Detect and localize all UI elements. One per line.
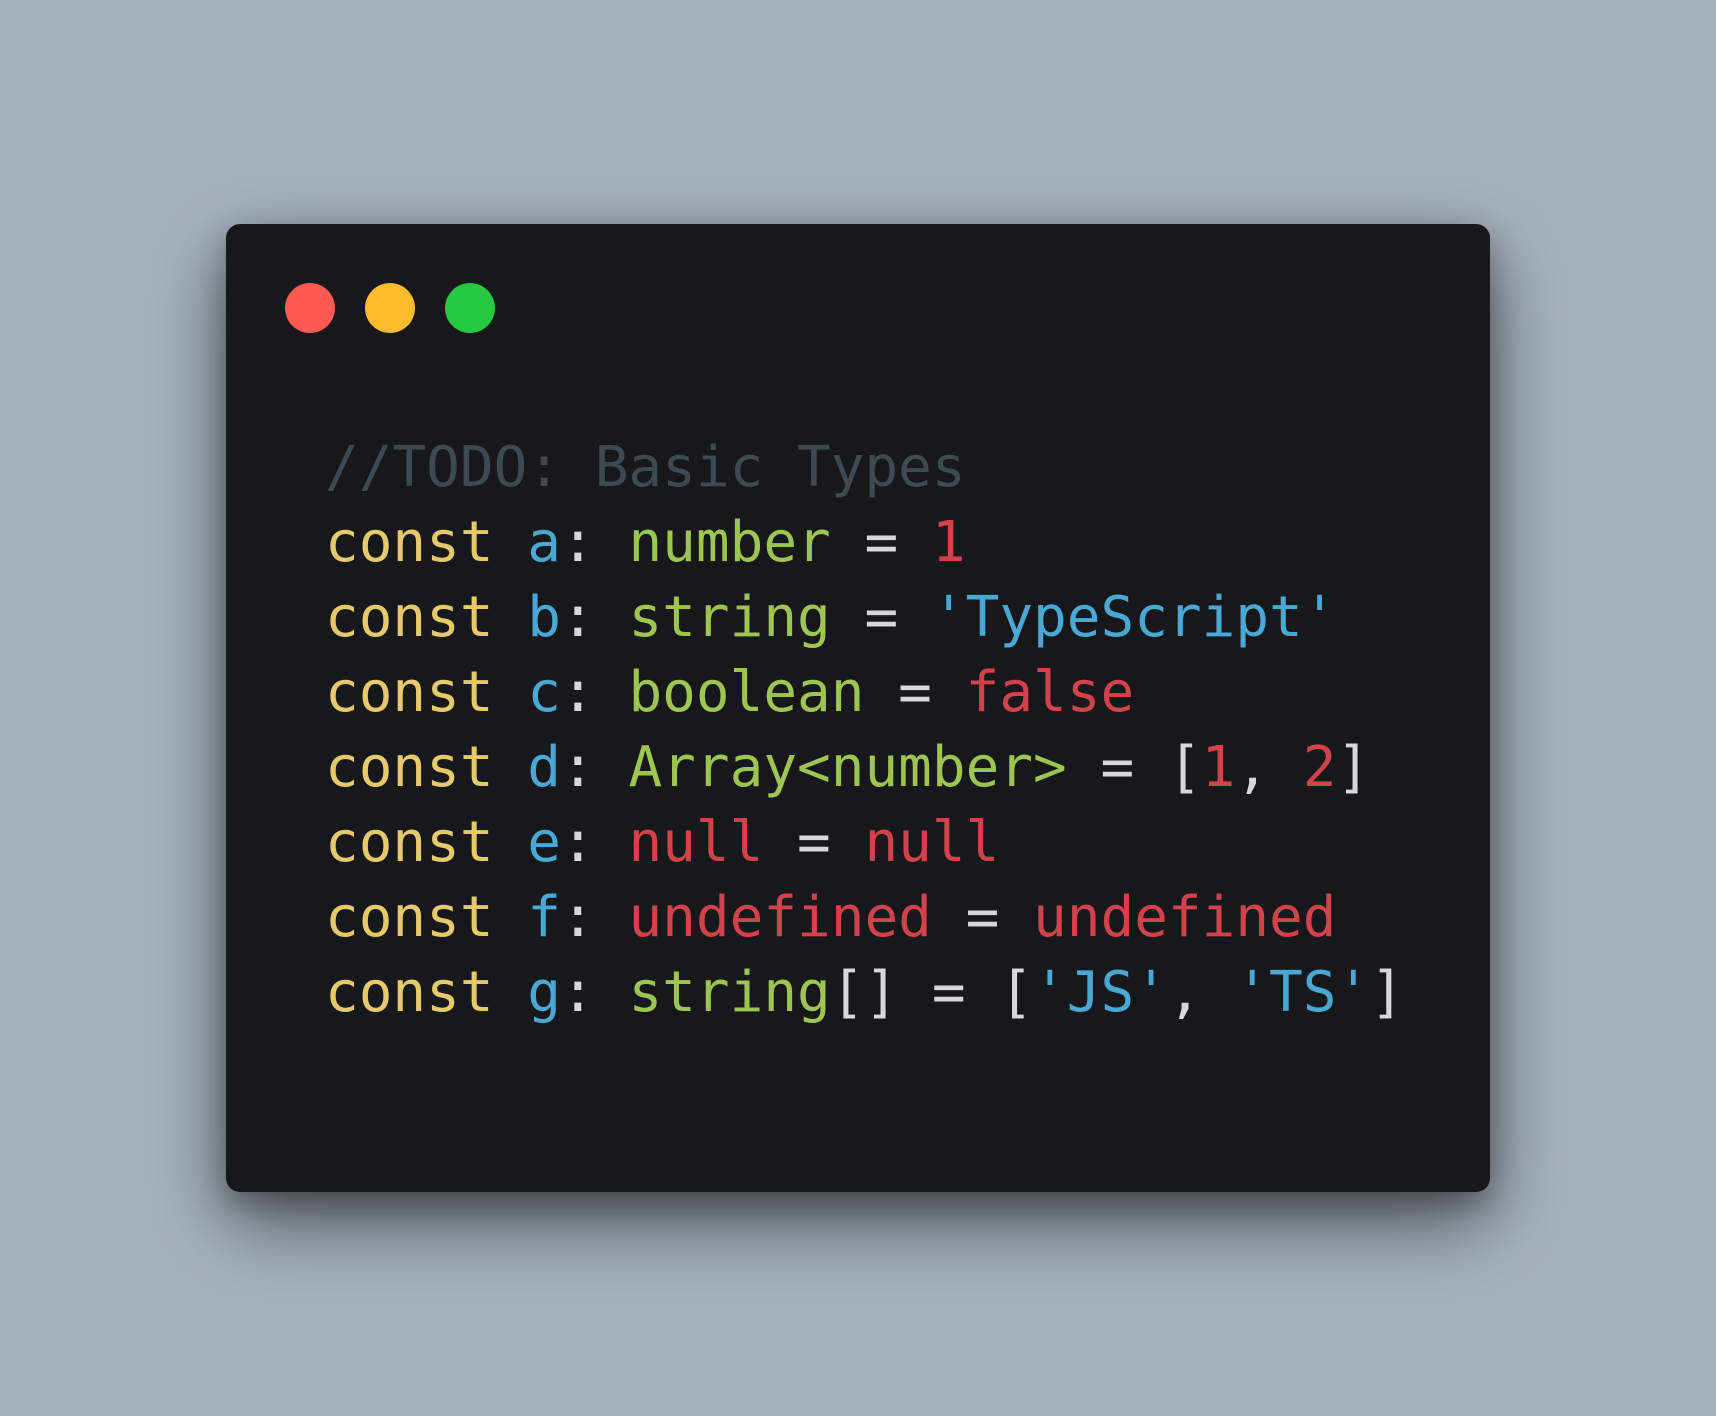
code-token-punctuation: = <box>763 810 865 875</box>
code-token-string: 'TS' <box>1235 960 1371 1025</box>
code-token-identifier: f <box>527 885 562 950</box>
code-token-keyword: const <box>325 960 494 1025</box>
code-token-punctuation: : <box>561 810 629 875</box>
code-token-identifier: a <box>527 510 562 575</box>
maximize-button[interactable] <box>445 283 495 333</box>
code-token-type: number <box>628 510 831 575</box>
code-token-punctuation: ] <box>1370 960 1404 1025</box>
code-token-punctuation <box>494 810 528 875</box>
code-token-type: string <box>628 960 831 1025</box>
code-token-punctuation <box>494 585 528 650</box>
code-token-identifier: e <box>527 810 562 875</box>
code-token-punctuation <box>494 660 528 725</box>
code-token-string: 'JS' <box>1033 960 1168 1025</box>
code-line: const d: Array<number> = [1, 2] <box>325 730 1404 805</box>
code-token-literal: undefined <box>1033 885 1337 950</box>
code-token-punctuation: [] = [ <box>830 960 1034 1025</box>
code-token-punctuation: ] <box>1336 735 1371 800</box>
code-token-punctuation: = <box>830 585 932 650</box>
code-line: const g: string[] = ['JS', 'TS'] <box>325 955 1404 1030</box>
code-token-punctuation: : <box>561 885 629 950</box>
code-token-punctuation: : <box>561 960 629 1025</box>
code-line: const c: boolean = false <box>325 655 1404 730</box>
code-token-literal: false <box>965 660 1135 725</box>
code-token-keyword: const <box>325 510 494 575</box>
code-token-identifier: c <box>527 660 562 725</box>
code-token-number: 1 <box>1201 735 1236 800</box>
code-line: const b: string = 'TypeScript' <box>325 580 1404 655</box>
code-comment-line: //TODO: Basic Types <box>325 430 1404 505</box>
code-token-punctuation: = <box>864 660 966 725</box>
code-line: const a: number = 1 <box>325 505 1404 580</box>
code-token-comment: //TODO: Basic Types <box>325 435 966 500</box>
code-token-punctuation: = <box>931 885 1034 950</box>
code-token-identifier: g <box>527 960 562 1025</box>
close-button[interactable] <box>285 283 335 333</box>
minimize-button[interactable] <box>365 283 415 333</box>
code-token-punctuation: : <box>561 510 629 575</box>
code-token-punctuation: , <box>1235 735 1303 800</box>
code-window: //TODO: Basic Types const a: number = 1 co… <box>226 224 1490 1192</box>
window-controls <box>285 283 495 333</box>
code-token-punctuation: , <box>1167 960 1236 1025</box>
code-block: //TODO: Basic Types const a: number = 1 co… <box>325 430 1404 1030</box>
code-line: const f: undefined = undefined <box>325 880 1404 955</box>
code-token-number: 2 <box>1302 735 1337 800</box>
code-token-string: 'TypeScript' <box>931 585 1337 650</box>
code-token-identifier: b <box>527 585 562 650</box>
code-token-type: string <box>628 585 831 650</box>
code-token-type: boolean <box>628 660 865 725</box>
code-token-punctuation: : <box>561 735 629 800</box>
code-token-punctuation: : <box>561 660 629 725</box>
code-token-literal: null <box>864 810 1000 875</box>
code-token-literal: undefined <box>628 885 932 950</box>
code-token-keyword: const <box>325 585 494 650</box>
code-token-punctuation: : <box>561 585 629 650</box>
code-token-literal: null <box>628 810 764 875</box>
code-token-keyword: const <box>325 735 494 800</box>
code-token-type: Array<number> <box>628 735 1067 800</box>
code-token-keyword: const <box>325 810 494 875</box>
code-token-punctuation: = [ <box>1066 735 1202 800</box>
code-token-keyword: const <box>325 885 494 950</box>
code-token-punctuation: = <box>830 510 932 575</box>
code-token-identifier: d <box>527 735 562 800</box>
code-line: const e: null = null <box>325 805 1404 880</box>
code-token-punctuation <box>494 735 528 800</box>
code-token-punctuation <box>494 885 528 950</box>
code-token-punctuation <box>494 960 528 1025</box>
code-token-keyword: const <box>325 660 494 725</box>
code-token-punctuation <box>494 510 528 575</box>
code-token-number: 1 <box>931 510 966 575</box>
